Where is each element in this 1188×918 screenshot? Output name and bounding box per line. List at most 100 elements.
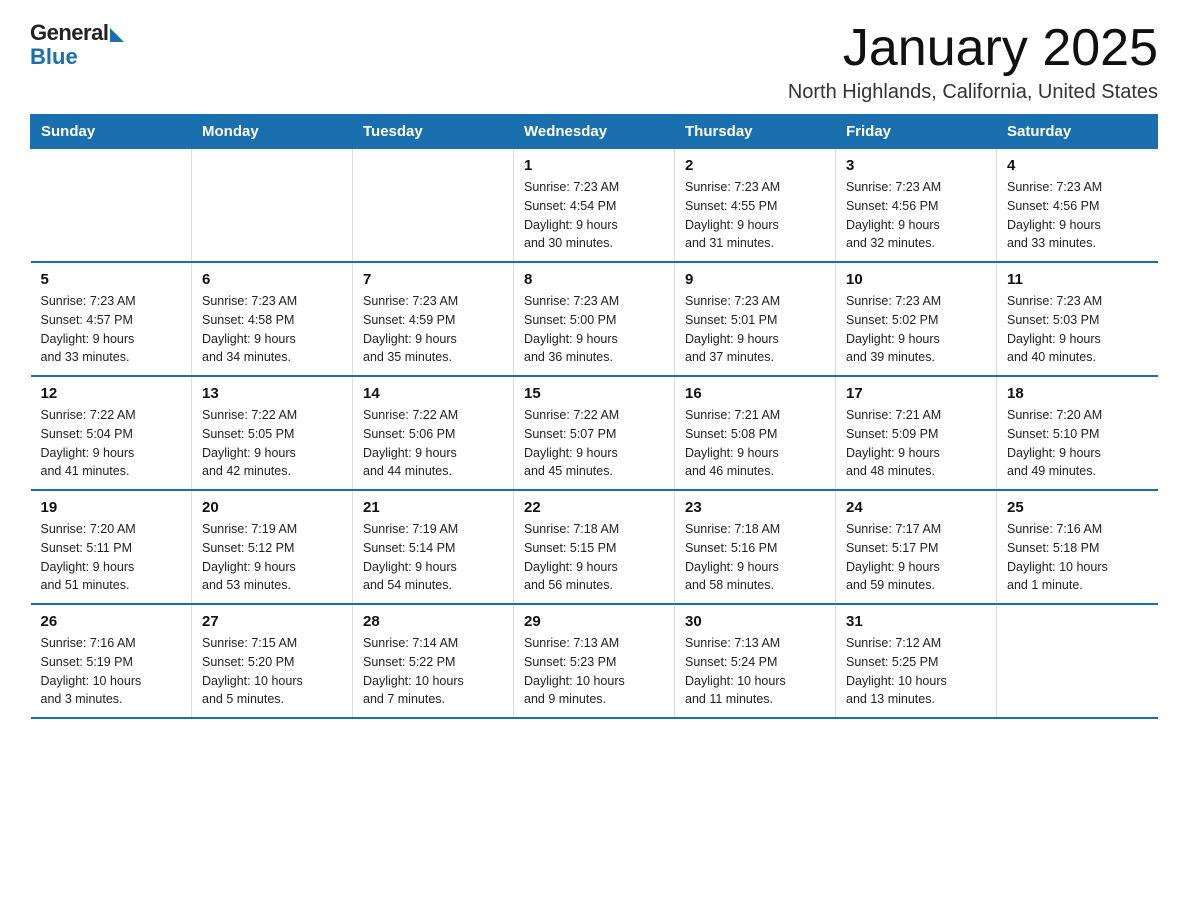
day-number: 22: [524, 499, 664, 516]
day-info: Sunrise: 7:23 AM Sunset: 4:56 PM Dayligh…: [1007, 178, 1148, 253]
day-number: 21: [363, 499, 503, 516]
weekday-header-saturday: Saturday: [997, 115, 1158, 149]
day-cell: 5 Sunrise: 7:23 AM Sunset: 4:57 PM Daylig…: [31, 262, 192, 376]
day-number: 29: [524, 613, 664, 630]
day-number: 31: [846, 613, 986, 630]
day-info: Sunrise: 7:22 AM Sunset: 5:07 PM Dayligh…: [524, 406, 664, 481]
day-number: 6: [202, 271, 342, 288]
day-info: Sunrise: 7:21 AM Sunset: 5:09 PM Dayligh…: [846, 406, 986, 481]
day-info: Sunrise: 7:20 AM Sunset: 5:11 PM Dayligh…: [41, 520, 182, 595]
day-number: 27: [202, 613, 342, 630]
title-block: January 2025 North Highlands, California…: [788, 20, 1158, 104]
day-cell: 10 Sunrise: 7:23 AM Sunset: 5:02 PM Dayli…: [836, 262, 997, 376]
day-cell: 15 Sunrise: 7:22 AM Sunset: 5:07 PM Dayli…: [514, 376, 675, 490]
day-number: 16: [685, 385, 825, 402]
day-info: Sunrise: 7:21 AM Sunset: 5:08 PM Dayligh…: [685, 406, 825, 481]
day-info: Sunrise: 7:22 AM Sunset: 5:05 PM Dayligh…: [202, 406, 342, 481]
day-cell: 11Sunrise: 7:23 AM Sunset: 5:03 PM Dayli…: [997, 262, 1158, 376]
day-info: Sunrise: 7:23 AM Sunset: 4:58 PM Dayligh…: [202, 292, 342, 367]
day-number: 7: [363, 271, 503, 288]
week-row-4: 19 Sunrise: 7:20 AM Sunset: 5:11 PM Dayli…: [31, 490, 1158, 604]
day-info: Sunrise: 7:16 AM Sunset: 5:19 PM Dayligh…: [41, 634, 182, 709]
week-row-5: 26Sunrise: 7:16 AM Sunset: 5:19 PM Dayli…: [31, 604, 1158, 718]
day-number: 19: [41, 499, 182, 516]
day-info: Sunrise: 7:19 AM Sunset: 5:12 PM Dayligh…: [202, 520, 342, 595]
weekday-header-friday: Friday: [836, 115, 997, 149]
day-cell: 19 Sunrise: 7:20 AM Sunset: 5:11 PM Dayli…: [31, 490, 192, 604]
day-info: Sunrise: 7:23 AM Sunset: 4:59 PM Dayligh…: [363, 292, 503, 367]
week-row-1: 1 Sunrise: 7:23 AM Sunset: 4:54 PM Daylig…: [31, 149, 1158, 263]
day-info: Sunrise: 7:23 AM Sunset: 4:57 PM Dayligh…: [41, 292, 182, 367]
week-row-3: 12 Sunrise: 7:22 AM Sunset: 5:04 PM Dayli…: [31, 376, 1158, 490]
day-cell: 22 Sunrise: 7:18 AM Sunset: 5:15 PM Dayli…: [514, 490, 675, 604]
day-number: 12: [41, 385, 182, 402]
day-cell: 28Sunrise: 7:14 AM Sunset: 5:22 PM Dayli…: [353, 604, 514, 718]
day-number: 15: [524, 385, 664, 402]
calendar-table: SundayMondayTuesdayWednesdayThursdayFrid…: [30, 114, 1158, 719]
day-cell: 2 Sunrise: 7:23 AM Sunset: 4:55 PM Daylig…: [675, 149, 836, 263]
day-info: Sunrise: 7:23 AM Sunset: 4:55 PM Dayligh…: [685, 178, 825, 253]
day-number: 10: [846, 271, 986, 288]
day-number: 1: [524, 157, 664, 174]
day-info: Sunrise: 7:22 AM Sunset: 5:06 PM Dayligh…: [363, 406, 503, 481]
day-cell: [31, 149, 192, 263]
day-cell: 9 Sunrise: 7:23 AM Sunset: 5:01 PM Daylig…: [675, 262, 836, 376]
day-cell: [192, 149, 353, 263]
day-cell: 25 Sunrise: 7:16 AM Sunset: 5:18 PM Dayli…: [997, 490, 1158, 604]
day-number: 13: [202, 385, 342, 402]
logo-general-text: General: [30, 20, 108, 46]
logo-blue-text: Blue: [30, 44, 78, 70]
logo: General Blue: [30, 20, 124, 70]
day-cell: 23 Sunrise: 7:18 AM Sunset: 5:16 PM Dayli…: [675, 490, 836, 604]
day-info: Sunrise: 7:23 AM Sunset: 5:02 PM Dayligh…: [846, 292, 986, 367]
day-cell: 6 Sunrise: 7:23 AM Sunset: 4:58 PM Daylig…: [192, 262, 353, 376]
day-cell: 1 Sunrise: 7:23 AM Sunset: 4:54 PM Daylig…: [514, 149, 675, 263]
day-cell: 4 Sunrise: 7:23 AM Sunset: 4:56 PM Daylig…: [997, 149, 1158, 263]
day-info: Sunrise: 7:15 AM Sunset: 5:20 PM Dayligh…: [202, 634, 342, 709]
day-cell: 31Sunrise: 7:12 AM Sunset: 5:25 PM Dayli…: [836, 604, 997, 718]
weekday-header-tuesday: Tuesday: [353, 115, 514, 149]
logo-triangle-icon: [110, 28, 124, 42]
day-cell: 16 Sunrise: 7:21 AM Sunset: 5:08 PM Dayli…: [675, 376, 836, 490]
day-number: 8: [524, 271, 664, 288]
month-title: January 2025: [788, 20, 1158, 77]
day-number: 30: [685, 613, 825, 630]
day-number: 28: [363, 613, 503, 630]
day-info: Sunrise: 7:18 AM Sunset: 5:15 PM Dayligh…: [524, 520, 664, 595]
day-info: Sunrise: 7:13 AM Sunset: 5:23 PM Dayligh…: [524, 634, 664, 709]
day-cell: 26Sunrise: 7:16 AM Sunset: 5:19 PM Dayli…: [31, 604, 192, 718]
day-number: 18: [1007, 385, 1148, 402]
day-info: Sunrise: 7:23 AM Sunset: 4:56 PM Dayligh…: [846, 178, 986, 253]
day-info: Sunrise: 7:23 AM Sunset: 4:54 PM Dayligh…: [524, 178, 664, 253]
day-number: 11: [1007, 271, 1148, 288]
day-cell: 27 Sunrise: 7:15 AM Sunset: 5:20 PM Dayli…: [192, 604, 353, 718]
day-cell: 24Sunrise: 7:17 AM Sunset: 5:17 PM Dayli…: [836, 490, 997, 604]
day-cell: 30Sunrise: 7:13 AM Sunset: 5:24 PM Dayli…: [675, 604, 836, 718]
day-info: Sunrise: 7:16 AM Sunset: 5:18 PM Dayligh…: [1007, 520, 1148, 595]
location-title: North Highlands, California, United Stat…: [788, 81, 1158, 104]
day-number: 9: [685, 271, 825, 288]
day-cell: 18Sunrise: 7:20 AM Sunset: 5:10 PM Dayli…: [997, 376, 1158, 490]
day-info: Sunrise: 7:18 AM Sunset: 5:16 PM Dayligh…: [685, 520, 825, 595]
day-cell: 13 Sunrise: 7:22 AM Sunset: 5:05 PM Dayli…: [192, 376, 353, 490]
day-cell: 12 Sunrise: 7:22 AM Sunset: 5:04 PM Dayli…: [31, 376, 192, 490]
day-info: Sunrise: 7:23 AM Sunset: 5:01 PM Dayligh…: [685, 292, 825, 367]
day-number: 25: [1007, 499, 1148, 516]
day-info: Sunrise: 7:17 AM Sunset: 5:17 PM Dayligh…: [846, 520, 986, 595]
day-info: Sunrise: 7:22 AM Sunset: 5:04 PM Dayligh…: [41, 406, 182, 481]
day-cell: 17Sunrise: 7:21 AM Sunset: 5:09 PM Dayli…: [836, 376, 997, 490]
page-header: General Blue January 2025 North Highland…: [30, 20, 1158, 104]
day-number: 14: [363, 385, 503, 402]
day-number: 2: [685, 157, 825, 174]
day-number: 3: [846, 157, 986, 174]
day-cell: 3 Sunrise: 7:23 AM Sunset: 4:56 PM Daylig…: [836, 149, 997, 263]
weekday-header-row: SundayMondayTuesdayWednesdayThursdayFrid…: [31, 115, 1158, 149]
day-cell: 20Sunrise: 7:19 AM Sunset: 5:12 PM Dayli…: [192, 490, 353, 604]
day-number: 5: [41, 271, 182, 288]
day-cell: [997, 604, 1158, 718]
weekday-header-wednesday: Wednesday: [514, 115, 675, 149]
day-number: 23: [685, 499, 825, 516]
day-number: 4: [1007, 157, 1148, 174]
day-cell: 7 Sunrise: 7:23 AM Sunset: 4:59 PM Daylig…: [353, 262, 514, 376]
weekday-header-sunday: Sunday: [31, 115, 192, 149]
